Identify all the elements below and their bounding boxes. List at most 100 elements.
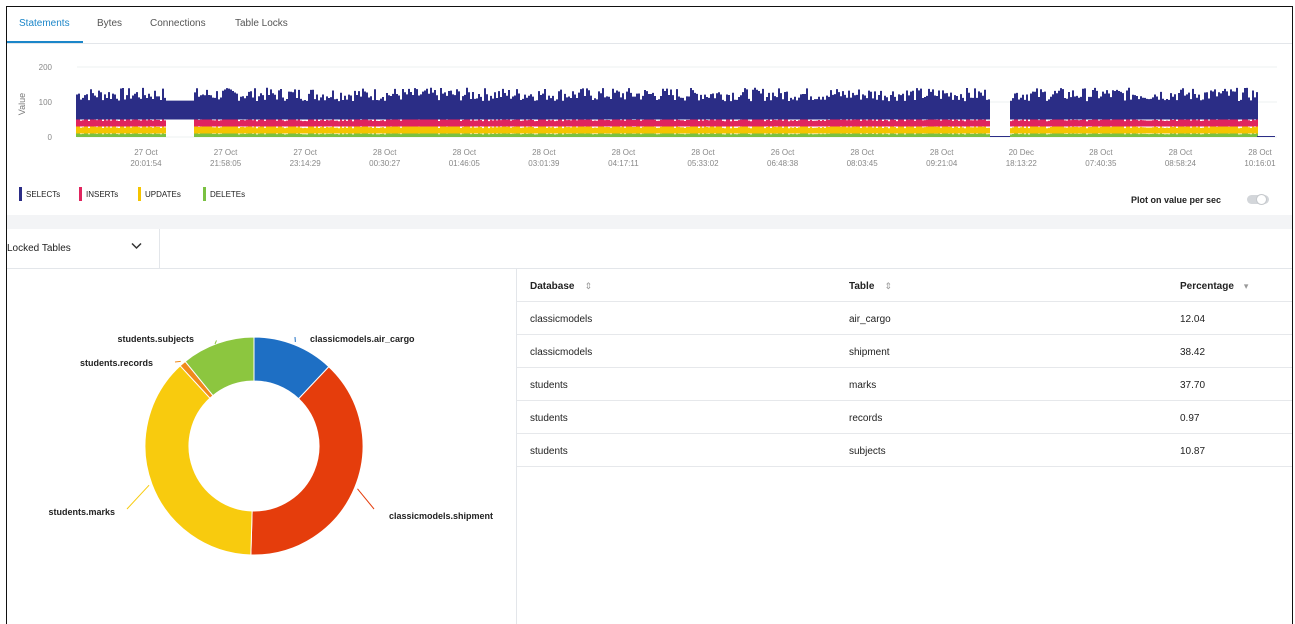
legend-label: DELETEs — [210, 189, 246, 199]
locked-tables-donut-chart[interactable]: classicmodels.air_cargo classicmodels.shi… — [7, 269, 516, 624]
tab-bar: Statements Bytes Connections Table Locks — [7, 7, 1292, 44]
dropdown-label: Locked Tables — [7, 243, 71, 254]
cell-database: students — [530, 380, 568, 391]
x-tick-time: 09:21:04 — [926, 159, 958, 168]
legend-item-updates[interactable]: UPDATEs — [138, 187, 181, 201]
x-tick-time: 21:58:05 — [210, 159, 242, 168]
cell-database: students — [530, 413, 568, 424]
x-tick-time: 20:01:54 — [130, 159, 162, 168]
x-tick-time: 05:33:02 — [687, 159, 719, 168]
x-tick-time: 23:14:29 — [290, 159, 322, 168]
series-selects — [76, 87, 1258, 120]
sort-icon[interactable]: ⇕ — [584, 281, 592, 291]
x-tick-date: 28 Oct — [1169, 148, 1193, 157]
locked-tables-table: Database ⇕ Table ⇕ Percentage ▾ classicmode… — [517, 269, 1292, 467]
donut-label: students.subjects — [117, 334, 194, 344]
cell-database: classicmodels — [530, 314, 593, 325]
donut-slice-classicmodels-shipment[interactable] — [250, 366, 364, 556]
cell-percentage: 0.97 — [1180, 413, 1200, 424]
x-tick-time: 03:01:39 — [528, 159, 560, 168]
cell-percentage: 10.87 — [1180, 446, 1206, 457]
x-tick-date: 28 Oct — [1089, 148, 1113, 157]
table-header-row: Database ⇕ Table ⇕ Percentage ▾ — [517, 269, 1292, 302]
x-tick-date: 28 Oct — [532, 148, 556, 157]
x-tick-date: 27 Oct — [214, 148, 238, 157]
plot-per-sec-toggle[interactable] — [1247, 194, 1269, 205]
donut-leader-line — [174, 360, 181, 363]
x-tick-time: 07:40:35 — [1085, 159, 1117, 168]
donut-label: students.marks — [48, 507, 115, 517]
x-tick-date: 28 Oct — [612, 148, 636, 157]
y-tick-label: 0 — [48, 133, 53, 142]
y-tick-label: 200 — [39, 63, 53, 72]
tab-table-locks[interactable]: Table Locks — [235, 18, 288, 29]
column-header-table[interactable]: Table ⇕ — [849, 281, 892, 292]
cell-table: subjects — [849, 446, 886, 457]
donut-label: students.records — [80, 358, 153, 368]
x-tick-date: 20 Dec — [1009, 148, 1034, 157]
legend-item-deletes[interactable]: DELETEs — [203, 187, 245, 201]
cell-database: students — [530, 446, 568, 457]
cell-table: records — [849, 413, 883, 424]
legend-label: UPDATEs — [145, 189, 181, 199]
sort-desc-icon[interactable]: ▾ — [1244, 281, 1249, 291]
legend-swatch — [19, 187, 22, 201]
x-tick-date: 28 Oct — [1248, 148, 1272, 157]
x-tick-time: 08:03:45 — [847, 159, 879, 168]
legend-label: SELECTs — [26, 189, 61, 199]
locked-tables-dropdown[interactable]: Locked Tables — [7, 229, 160, 269]
table-row[interactable]: classicmodels air_cargo 12.04 — [517, 302, 1292, 335]
x-tick-date: 28 Oct — [691, 148, 715, 157]
x-tick-date: 27 Oct — [134, 148, 158, 157]
legend-item-selects[interactable]: SELECTs — [19, 187, 60, 201]
donut-label: classicmodels.shipment — [389, 511, 493, 521]
donut-leader-line — [126, 484, 150, 510]
table-row[interactable]: students marks 37.70 — [517, 368, 1292, 401]
cell-table: air_cargo — [849, 314, 891, 325]
donut-slice-students-marks[interactable] — [144, 365, 253, 556]
tab-connections[interactable]: Connections — [150, 18, 206, 29]
column-header-database[interactable]: Database ⇕ — [530, 281, 592, 292]
plot-per-sec-label: Plot on value per sec — [1131, 195, 1222, 205]
x-tick-time: 04:17:11 — [608, 159, 639, 168]
cell-percentage: 37.70 — [1180, 380, 1206, 391]
table-row[interactable]: classicmodels shipment 38.42 — [517, 335, 1292, 368]
x-tick-time: 01:46:05 — [449, 159, 481, 168]
active-tab-indicator — [7, 41, 83, 43]
x-tick-date: 28 Oct — [850, 148, 874, 157]
cell-database: classicmodels — [530, 347, 593, 358]
app-frame: Statements Bytes Connections Table Locks… — [6, 6, 1293, 624]
legend-item-inserts[interactable]: INSERTs — [79, 187, 118, 201]
x-tick-time: 08:58:24 — [1165, 159, 1197, 168]
donut-leader-line — [357, 488, 375, 510]
legend-swatch — [79, 187, 82, 201]
x-tick-date: 27 Oct — [293, 148, 317, 157]
x-tick-time: 00:30:27 — [369, 159, 401, 168]
legend-swatch — [203, 187, 206, 201]
x-tick-date: 28 Oct — [373, 148, 397, 157]
series-bars — [76, 87, 1258, 120]
section-divider — [7, 215, 1292, 229]
cell-table: marks — [849, 380, 877, 391]
cell-percentage: 12.04 — [1180, 314, 1206, 325]
tab-statements[interactable]: Statements — [19, 18, 70, 29]
x-tick-date: 28 Oct — [930, 148, 954, 157]
table-row[interactable]: students records 0.97 — [517, 401, 1292, 434]
x-tick-date: 26 Oct — [771, 148, 795, 157]
table-row[interactable]: students subjects 10.87 — [517, 434, 1292, 467]
y-axis-label: Value — [17, 93, 27, 115]
column-header-percentage[interactable]: Percentage ▾ — [1180, 281, 1248, 292]
chevron-down-icon — [131, 241, 142, 253]
x-tick-time: 06:48:38 — [767, 159, 799, 168]
statements-chart[interactable]: Value 200 100 0 27 Oct 20:01:54 27 Oct 21:58:05… — [7, 47, 1292, 183]
cell-table: shipment — [849, 347, 890, 358]
cell-percentage: 38.42 — [1180, 347, 1206, 358]
tab-bytes[interactable]: Bytes — [97, 18, 122, 29]
legend-swatch — [138, 187, 141, 201]
x-tick-time: 18:13:22 — [1006, 159, 1038, 168]
sort-icon[interactable]: ⇕ — [884, 281, 892, 291]
x-tick-time: 10:16:01 — [1244, 159, 1276, 168]
toggle-knob — [1256, 194, 1267, 205]
legend-label: INSERTs — [86, 189, 119, 199]
y-tick-label: 100 — [39, 98, 53, 107]
